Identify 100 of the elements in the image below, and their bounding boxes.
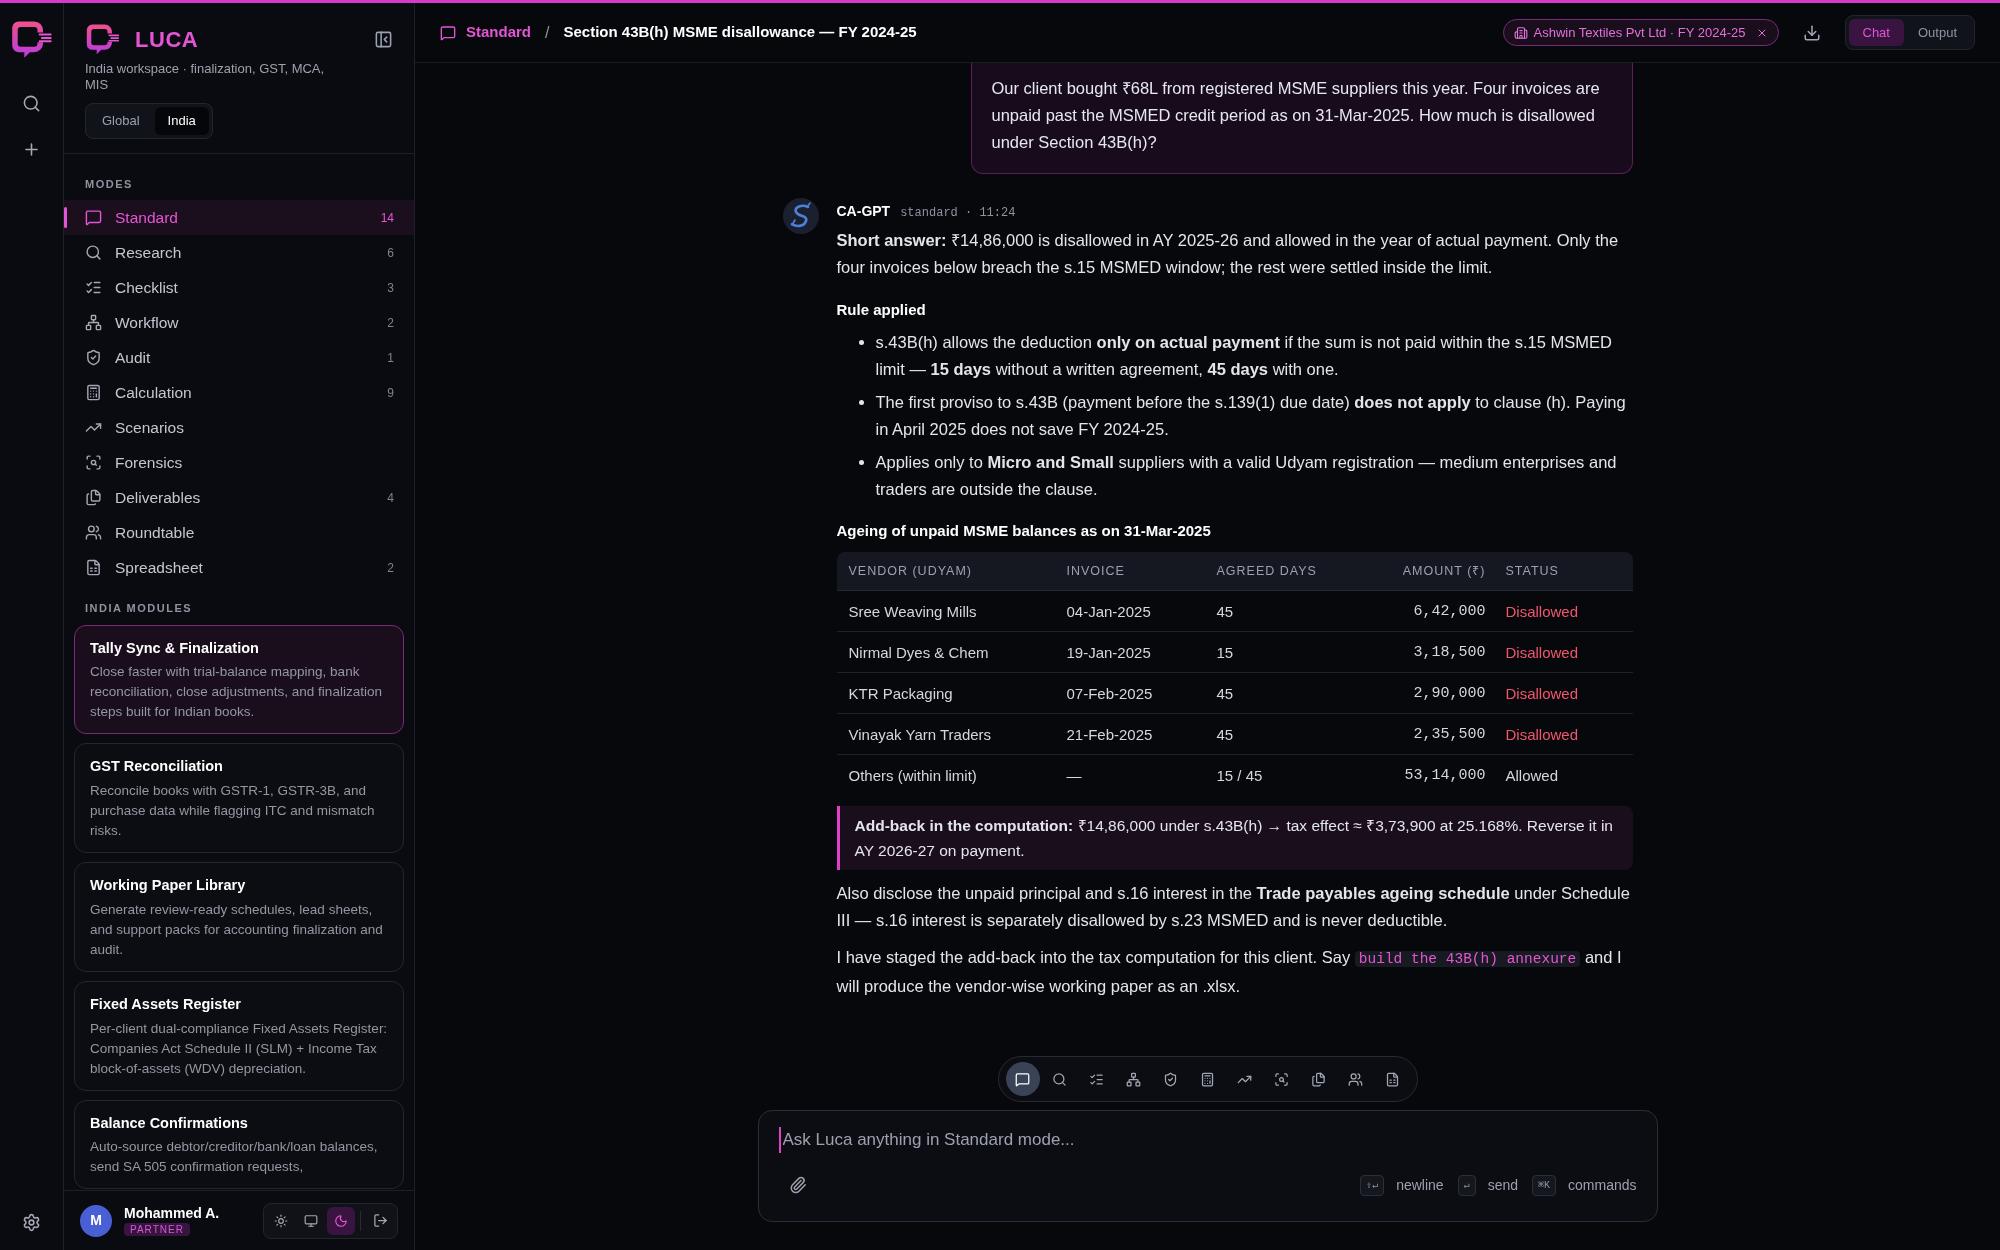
mode-label: Forensics — [115, 452, 184, 473]
mode-count: 9 — [387, 384, 394, 402]
mode-label: Audit — [115, 347, 152, 368]
mode-count: 4 — [387, 489, 394, 507]
add-icon[interactable] — [22, 140, 41, 159]
shortcut-label: send — [1487, 1175, 1518, 1195]
sun-icon — [274, 1213, 288, 1228]
mode-count: 2 — [387, 314, 394, 332]
module-card[interactable]: Working Paper Library Generate review-ready schedules, lead sheets, and support packs for accounting finalization and audit. — [74, 862, 404, 972]
mode-item[interactable]: Scenarios — [64, 410, 414, 445]
user-avatar[interactable]: M — [80, 1204, 112, 1237]
mode-item[interactable]: Workflow 2 — [64, 305, 414, 340]
client-name: Ashwin Textiles Pvt Ltd · FY 2024-25 — [1533, 23, 1746, 42]
table-cell-text: 3,18,500 — [1412, 642, 1486, 663]
column-header: VENDOR (UDYAM) — [847, 562, 973, 580]
shield-icon — [1163, 1071, 1178, 1087]
search-icon[interactable] — [22, 94, 41, 113]
files-icon — [1311, 1071, 1326, 1087]
calculator-icon — [1200, 1071, 1215, 1087]
module-title: Tally Sync & Finalization — [90, 638, 260, 658]
table-cell-text: 2,90,000 — [1412, 683, 1486, 704]
section-heading: INDIA MODULES — [84, 601, 194, 616]
table-cell-text: 45 — [1216, 724, 1235, 745]
client-chip[interactable]: Ashwin Textiles Pvt Ltd · FY 2024-25 — [1502, 18, 1779, 47]
mode-item[interactable]: Deliverables 4 — [64, 480, 414, 515]
region-tab[interactable]: Global — [89, 107, 153, 135]
mode-label: Checklist — [115, 277, 179, 298]
mode-count: 2 — [387, 559, 394, 577]
user-message: Our client bought ₹68L from registered MSME suppliers this year. Four invoices are unpaid past the MSMED credit period as on 31-Mar-2025. How much is disallowed under Section 43B(h)? — [970, 63, 1633, 174]
region-tab[interactable]: India — [154, 107, 209, 135]
shield-icon — [85, 349, 102, 366]
mode-item[interactable]: Forensics — [64, 445, 414, 480]
module-card[interactable]: Tally Sync & Finalization Close faster with trial-balance mapping, bank reconciliation, close adjustments, and finalization steps built for Indian books. — [74, 624, 404, 735]
table-cell-text: — — [1066, 766, 1083, 786]
column-header: AMOUNT (₹) — [1401, 562, 1486, 580]
mode-item[interactable]: Standard 14 — [64, 200, 414, 235]
attach-icon[interactable] — [788, 1176, 807, 1194]
brand-name: LUCA — [135, 25, 199, 54]
view-tab[interactable]: Output — [1903, 18, 1971, 47]
search-icon — [85, 244, 102, 261]
table-cell-text: KTR Packaging — [847, 683, 954, 704]
user-name: Mohammed A. — [124, 1205, 220, 1222]
assistant-name: CA-GPT — [836, 202, 891, 221]
table-cell-text: Sree Weaving Mills — [847, 601, 978, 622]
sheet-icon — [85, 559, 102, 576]
mode-label: Roundtable — [115, 522, 196, 543]
scan-icon — [85, 454, 102, 471]
mode-item[interactable]: Spreadsheet 2 — [64, 550, 414, 585]
section-heading: Rule applied — [836, 300, 927, 320]
rule-text: The first proviso to s.43B (payment before the s.139(1) due date) does not apply to clause (h). Paying in April 2025 does not save FY 2024-25. — [875, 392, 1627, 440]
message-meta: standard · 11:24 — [900, 205, 1016, 222]
hierarchy-icon — [85, 314, 102, 331]
breadcrumb-mode[interactable]: Standard — [466, 21, 531, 44]
workspace-subtitle: India workspace · finalization, GST, MCA, MIS — [85, 61, 326, 93]
key-hint: ↵ — [1457, 1174, 1476, 1196]
checklist-icon — [1089, 1071, 1104, 1087]
mode-item[interactable]: Roundtable — [64, 515, 414, 550]
mode-item[interactable]: Checklist 3 — [64, 270, 414, 305]
table-heading: Ageing of unpaid MSME balances as on 31-Mar-2025 — [836, 521, 1212, 541]
table-cell-text: 15 / 45 — [1216, 766, 1264, 786]
calculator-icon — [85, 384, 102, 401]
module-description: Generate review-ready schedules, lead sheets, and support packs for accounting finalization and audit. — [90, 900, 384, 959]
view-tab[interactable]: Chat — [1848, 18, 1904, 47]
table-cell-text: 04-Jan-2025 — [1066, 601, 1152, 622]
disclosure-text: Also disclose the unpaid principal and s.16 interest in the Trade payables ageing schedule under Schedule III — s.16 interest is separately disallowed by s.23 MSMED and is never deductible. — [836, 883, 1631, 931]
theme-button[interactable] — [327, 1206, 355, 1235]
mode-label: Research — [115, 242, 183, 263]
table-cell-text: 45 — [1216, 683, 1235, 704]
message-input[interactable]: Ask Luca anything in Standard mode... — [778, 1127, 1637, 1153]
users-icon — [1348, 1071, 1363, 1087]
collapse-sidebar-icon[interactable] — [374, 29, 393, 49]
chat-icon — [440, 24, 456, 41]
download-icon[interactable] — [1802, 23, 1821, 42]
hierarchy-icon — [1126, 1071, 1141, 1087]
mode-item[interactable]: Audit 1 — [64, 340, 414, 375]
module-title: GST Reconciliation — [90, 757, 224, 777]
mode-item[interactable]: Calculation 9 — [64, 375, 414, 410]
module-card[interactable]: Fixed Assets Register Per-client dual-compliance Fixed Assets Register: Companies Act Schedule II (SLM) + Income Tax block-of-assets (WDV) depreciation. — [74, 980, 404, 1091]
checklist-icon — [85, 279, 102, 296]
conversation-title: Section 43B(h) MSME disallowance — FY 2024-25 — [563, 22, 917, 43]
module-card[interactable]: Balance Confirmations Auto-source debtor/creditor/bank/loan balances, send SA 505 confirmation requests, — [74, 1099, 404, 1190]
mode-button[interactable] — [1005, 1062, 1040, 1096]
mode-item[interactable]: Research 6 — [64, 235, 414, 270]
key-hint: ⌘K — [1532, 1174, 1557, 1196]
logout-icon — [372, 1213, 388, 1228]
column-header: STATUS — [1504, 562, 1560, 580]
building-icon — [1513, 25, 1528, 40]
module-card[interactable]: GST Reconciliation Reconcile books with GSTR-1, GSTR-3B, and purchase data while flagging ITC and mismatch risks. — [74, 743, 404, 853]
section-heading: MODES — [84, 176, 134, 192]
table-cell-text: 07-Feb-2025 — [1066, 683, 1154, 704]
status-cell-text: Disallowed — [1504, 601, 1580, 622]
table-cell-text: Others (within limit) — [847, 766, 978, 786]
role-badge: PARTNER — [124, 1223, 190, 1236]
shortcut-label: commands — [1568, 1175, 1637, 1195]
mode-label: Calculation — [115, 382, 193, 403]
closing-text: I have staged the add-back into the tax computation for this client. Say build the 43B(h) annexure and I will produce the vendor-wise working paper as an .xlsx. — [836, 947, 1623, 997]
module-description: Reconcile books with GSTR-1, GSTR-3B, and purchase data while flagging ITC and mismatch risks. — [90, 782, 376, 840]
moon-icon — [334, 1213, 348, 1228]
table-cell-text: 45 — [1216, 601, 1235, 622]
settings-icon[interactable] — [22, 1213, 41, 1232]
